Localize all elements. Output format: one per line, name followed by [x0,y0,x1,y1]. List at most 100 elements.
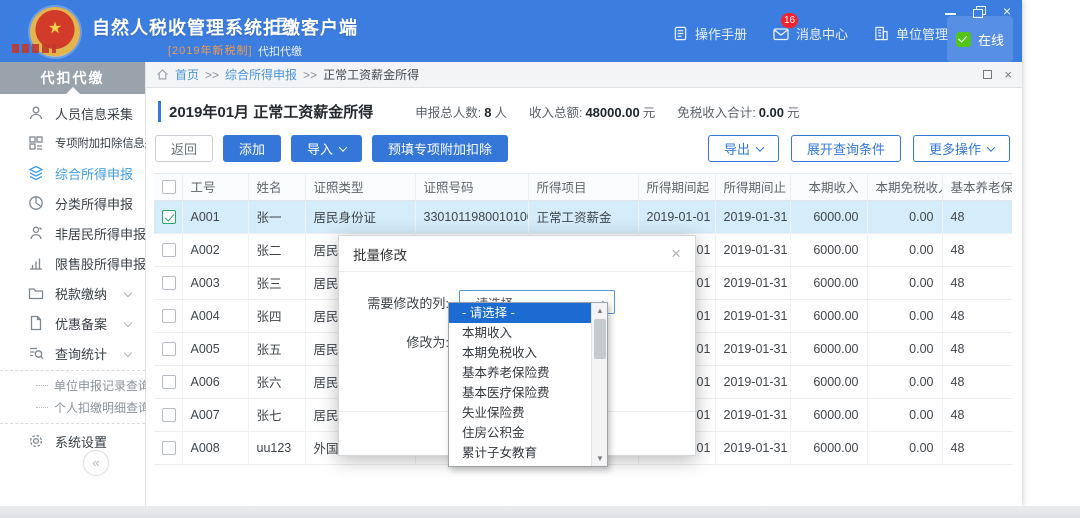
grid-icon [28,135,44,151]
dropdown-option[interactable]: 失业保险费 [449,403,592,423]
dropdown-option[interactable]: - 请选择 - [449,303,592,323]
row-checkbox[interactable] [162,243,176,257]
sidebar-item-classified-income[interactable]: 分类所得申报 [0,188,145,218]
mail-icon [773,27,789,41]
tab-restore-icon[interactable] [983,70,992,79]
stat-taxfree-income: 免税收入合计:0.00元 [677,102,799,121]
mode-label: 代扣代缴 [258,43,302,59]
sidebar-item-label: 系统设置 [55,432,107,451]
online-check-icon [956,32,971,47]
table-row[interactable]: A001张一居民身份证330101198001010011正常工资薪金2019-… [154,200,1012,233]
layers-icon [28,165,44,181]
dropdown-scrollbar[interactable]: ▲ ▼ [591,303,607,466]
breadcrumb-home[interactable]: 首页 [175,66,199,83]
toolbar: 返回 添加 导入 预填专项附加扣除 导出 展开查询条件 更多操作 [155,135,1010,162]
import-button[interactable]: 导入 [291,135,362,162]
chevron-down-icon [124,289,132,297]
sidebar-menu: 人员信息采集 专项附加扣除信息采集 综合所得申报 分类所得申报 [0,94,145,456]
dropdown-option[interactable]: 住房公积金 [449,423,592,443]
chevron-down-icon [756,143,764,151]
sidebar-item-preferential-filing[interactable]: 优惠备案 [0,308,145,338]
chevron-down-icon [339,143,347,151]
screen: ★ 自然人税收管理系统扣缴客户端 [2019年新税制] 代扣代缴 × 操作手册 [0,0,1080,518]
col-period-end: 所得期间止 [715,174,790,200]
sidebar-item-query-statistics[interactable]: 查询统计 [0,338,145,368]
nav-manual-label: 操作手册 [695,24,747,43]
sidebar-item-personnel-info[interactable]: 人员信息采集 [0,98,145,128]
nav-manual[interactable]: 操作手册 [673,24,747,43]
online-status[interactable]: 在线 [947,16,1013,62]
row-checkbox[interactable] [162,375,176,389]
sidebar-tab-daikou[interactable]: 代扣代缴 [0,62,145,94]
briefcase-icon [270,16,294,36]
person-icon [28,105,44,121]
sidebar-item-label: 综合所得申报 [55,164,133,183]
home-icon [156,68,169,81]
app-title: 自然人税收管理系统扣缴客户端 [92,14,358,40]
expand-query-button[interactable]: 展开查询条件 [791,135,901,162]
modal-close-icon[interactable]: × [671,246,681,262]
sidebar-item-label: 查询统计 [55,344,107,363]
document-icon [28,315,44,331]
nav-unit-management[interactable]: 单位管理 [874,24,948,43]
table-header-row: 工号 姓名 证照类型 证照号码 所得项目 所得期间起 所得期间止 本期收入 本期… [154,174,1012,200]
sidebar-collapse-button[interactable]: « [83,450,109,476]
sidebar-subitem-unit-declaration-query[interactable]: 单位申报记录查询 [0,375,145,397]
breadcrumb-current: 正常工资薪金所得 [323,66,419,83]
nav-messages[interactable]: 16 消息中心 [773,24,848,43]
row-checkbox[interactable] [162,342,176,356]
row-checkbox[interactable] [162,276,176,290]
dropdown-option[interactable]: 本期免税收入 [449,343,592,363]
breadcrumb-separator: >> [303,68,317,82]
modal-header: 批量修改 × [339,236,695,272]
col-name: 姓名 [248,174,305,200]
sidebar-item-special-deduction[interactable]: 专项附加扣除信息采集 [0,128,145,158]
select-all-checkbox[interactable] [162,180,176,194]
modal-title: 批量修改 [353,244,407,264]
row-checkbox[interactable] [162,408,176,422]
scroll-up-icon[interactable]: ▲ [592,303,608,318]
summary-stats: 申报总人数:8人 收入总额:48000.00元 免税收入合计:0.00元 [415,102,799,121]
dropdown-option[interactable]: 基本医疗保险费 [449,383,592,403]
scroll-thumb[interactable] [594,319,606,359]
sidebar-item-comprehensive-income[interactable]: 综合所得申报 [0,158,145,188]
dropdown-option[interactable]: 累计子女教育 [449,443,592,463]
col-current-income: 本期收入 [790,174,867,200]
back-button[interactable]: 返回 [155,135,213,162]
add-button[interactable]: 添加 [223,135,281,162]
pie-icon [28,195,44,211]
dropdown-option[interactable]: 基本养老保险费 [449,363,592,383]
sidebar-item-restricted-stock[interactable]: 限售股所得申报 [0,248,145,278]
dropdown-option[interactable]: 本期收入 [449,323,592,343]
stat-total-people: 申报总人数:8人 [415,102,507,121]
toolbar-right: 导出 展开查询条件 更多操作 [708,135,1010,162]
tax-seal-decoration [12,44,56,53]
value-input-label: 修改为: [339,332,449,351]
person-outline-icon [28,225,44,241]
sidebar-item-label: 优惠备案 [55,314,107,333]
breadcrumb-section[interactable]: 综合所得申报 [225,66,297,83]
column-select-label: 需要修改的列: [339,293,449,312]
bar-chart-icon [28,255,44,271]
row-checkbox[interactable] [162,309,176,323]
chevron-down-icon [124,319,132,327]
export-button[interactable]: 导出 [708,135,779,162]
scroll-down-icon[interactable]: ▼ [592,451,608,466]
more-actions-button[interactable]: 更多操作 [913,135,1010,162]
prefill-deduction-button[interactable]: 预填专项附加扣除 [372,135,508,162]
sidebar-item-tax-payment[interactable]: 税款缴纳 [0,278,145,308]
col-taxfree-income: 本期免税收入 [867,174,942,200]
sidebar-item-nonresident-income[interactable]: 非居民所得申报 [0,218,145,248]
search-list-icon [28,345,44,361]
nav-unit-label: 单位管理 [896,24,948,43]
sidebar-item-system-settings[interactable]: 系统设置 [0,426,145,456]
sidebar-subitem-personal-withholding-query[interactable]: 个人扣缴明细查询 [0,397,145,419]
tab-close-icon[interactable]: × [1004,70,1012,80]
breadcrumb: 首页 >> 综合所得申报 >> 正常工资薪金所得 × [146,62,1022,88]
row-checkbox[interactable] [162,210,176,224]
manual-icon [673,26,688,41]
sidebar-item-label: 人员信息采集 [55,104,133,123]
query-submenu: 单位申报记录查询 个人扣缴明细查询 [0,370,145,424]
row-checkbox[interactable] [162,441,176,455]
taskbar-strip [0,506,1080,518]
